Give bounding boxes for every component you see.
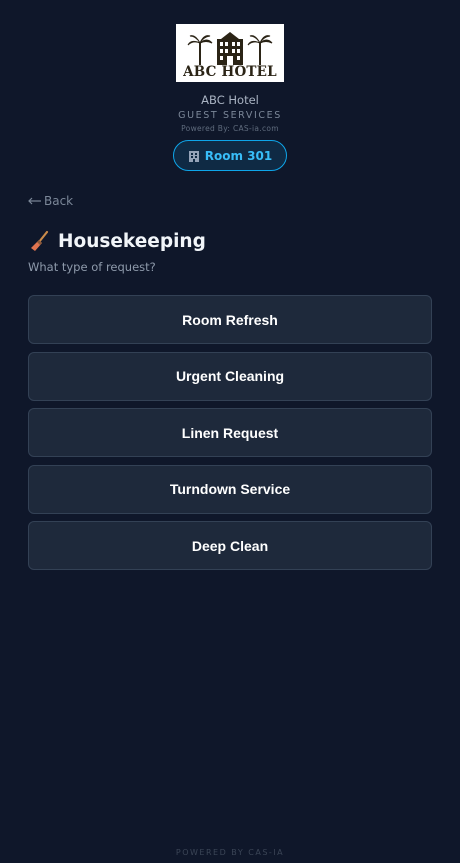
- option-deep-clean-button[interactable]: Deep Clean: [28, 521, 432, 570]
- powered-by-label: Powered By: CAS-ia.com: [181, 124, 279, 133]
- room-label: Room 301: [204, 148, 273, 163]
- back-button[interactable]: Back: [28, 194, 73, 208]
- hotel-building-icon: [187, 32, 273, 65]
- broom-icon: [31, 230, 49, 251]
- logo-text: ABC HOTEL: [183, 64, 277, 80]
- option-urgent-cleaning-button[interactable]: Urgent Cleaning: [28, 351, 432, 401]
- option-linen-request-button[interactable]: Linen Request: [28, 408, 432, 457]
- guest-services-label: GUEST SERVICES: [178, 110, 282, 121]
- option-turndown-service-button[interactable]: Turndown Service: [28, 464, 432, 514]
- page-title: Housekeeping: [58, 230, 206, 252]
- building-icon: [188, 150, 199, 162]
- hotel-logo: ABC HOTEL: [176, 24, 284, 82]
- footer-powered-by: POWERED BY CAS-IA: [175, 848, 285, 857]
- room-badge: Room 301: [172, 140, 288, 171]
- back-label: Back: [44, 194, 74, 208]
- hotel-name: ABC Hotel: [201, 93, 259, 107]
- request-options: Room Refresh Urgent Cleaning Linen Reque…: [28, 295, 432, 578]
- arrow-left-icon: [28, 197, 41, 205]
- header: ABC HOTEL ABC Hotel GUEST SERVICES Power…: [0, 0, 460, 171]
- option-room-refresh-button[interactable]: Room Refresh: [28, 295, 432, 344]
- page-header: Housekeeping: [30, 230, 206, 252]
- request-prompt: What type of request?: [28, 260, 156, 274]
